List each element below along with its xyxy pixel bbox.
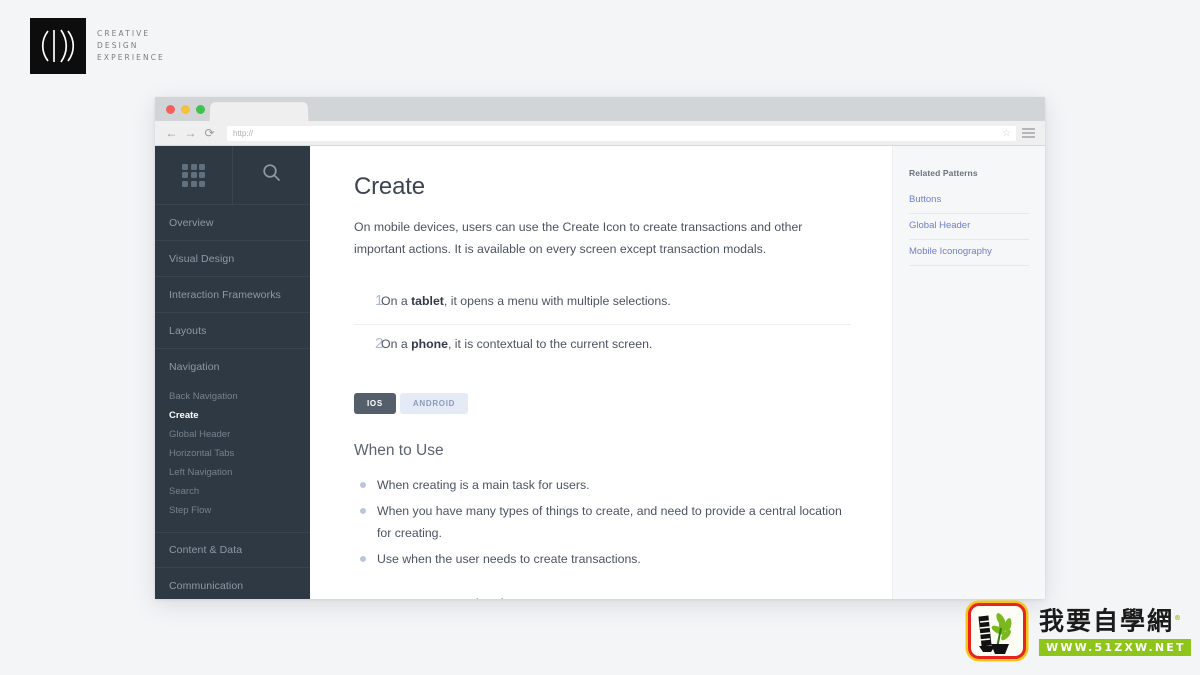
brand-line-2: DESIGN bbox=[97, 41, 139, 50]
numbered-list: 1 On a tablet, it opens a menu with mult… bbox=[354, 282, 851, 367]
platform-tabs: IOS ANDROID bbox=[354, 393, 852, 414]
sidebar-item-label: Layouts bbox=[169, 324, 207, 337]
browser-titlebar bbox=[155, 97, 1045, 122]
sidebar-subitem-label: Back Navigation bbox=[169, 390, 238, 402]
logo-mark-icon bbox=[30, 18, 86, 74]
sidebar-subitem-step-flow[interactable]: Step Flow bbox=[155, 501, 310, 520]
sidebar-item-label: Visual Design bbox=[169, 252, 235, 265]
sidebar-subitem-label: Horizontal Tabs bbox=[169, 447, 235, 459]
forward-icon[interactable]: → bbox=[181, 124, 200, 143]
list-text-post: , it opens a menu with multiple selectio… bbox=[443, 294, 671, 308]
bookmark-star-icon[interactable]: ☆ bbox=[1002, 128, 1011, 139]
maximize-window-button[interactable] bbox=[196, 105, 205, 114]
sidebar-item-label: Overview bbox=[169, 216, 214, 229]
sidebar-subitem-label: Step Flow bbox=[169, 504, 212, 516]
address-bar-value: http:// bbox=[233, 128, 254, 138]
when-to-use-title: When to Use bbox=[354, 442, 444, 459]
list-text-pre: On a bbox=[381, 337, 412, 351]
sidebar-subitem-left-navigation[interactable]: Left Navigation bbox=[155, 463, 310, 482]
list-number: 2 bbox=[375, 335, 384, 352]
intro-paragraph: On mobile devices, users can use the Cre… bbox=[354, 220, 803, 256]
list-item: When creating is a main task for users. bbox=[354, 474, 849, 496]
tab-ios[interactable]: IOS bbox=[354, 393, 396, 414]
sidebar-item-communication[interactable]: Communication bbox=[155, 568, 310, 599]
sidebar-item-visual-design[interactable]: Visual Design bbox=[155, 241, 310, 277]
numbered-list-item: 2 On a phone, it is contextual to the cu… bbox=[354, 325, 851, 367]
list-text-bold: phone bbox=[411, 337, 448, 351]
watermark-text: 我要自學網® WWW.51ZXW.NET bbox=[1039, 601, 1191, 657]
brand-line-3: EXPERIENCE bbox=[97, 53, 165, 62]
browser-window: ← → ⟳ http:// ☆ Overview Visual Design I… bbox=[155, 97, 1045, 599]
watermark-logo-icon bbox=[968, 603, 1026, 659]
watermark: 我要自學網® WWW.51ZXW.NET bbox=[968, 601, 1191, 663]
sidebar-toolbar bbox=[155, 146, 310, 205]
related-patterns-panel: Related Patterns Buttons Global Header M… bbox=[892, 146, 1045, 599]
browser-tab[interactable] bbox=[209, 102, 309, 122]
sidebar-item-label: Interaction Frameworks bbox=[169, 288, 281, 301]
sidebar-subitem-label: Create bbox=[169, 409, 199, 421]
list-item: Use when the user needs to create transa… bbox=[354, 548, 849, 570]
close-window-button[interactable] bbox=[166, 105, 175, 114]
sidebar-item-interaction-frameworks[interactable]: Interaction Frameworks bbox=[155, 277, 310, 313]
sidebar-item-navigation[interactable]: Navigation bbox=[155, 349, 310, 385]
sidebar-item-label: Communication bbox=[169, 579, 244, 592]
sidebar-subnav: Back Navigation Create Global Header Hor… bbox=[155, 385, 310, 532]
sidebar-grid-button[interactable] bbox=[155, 146, 233, 204]
sidebar-item-label: Navigation bbox=[169, 361, 220, 373]
related-link-mobile-iconography[interactable]: Mobile Iconography bbox=[909, 240, 1029, 266]
sidebar-search-button[interactable] bbox=[233, 146, 310, 204]
related-link-buttons[interactable]: Buttons bbox=[909, 188, 1029, 214]
when-to-use-list: When creating is a main task for users. … bbox=[354, 474, 849, 570]
list-text-post: , it is contextual to the current screen… bbox=[447, 337, 653, 351]
list-text-pre: On a bbox=[381, 294, 412, 308]
watermark-title: 我要自學網® bbox=[1039, 604, 1191, 635]
numbered-list-item: 1 On a tablet, it opens a menu with mult… bbox=[354, 282, 851, 325]
window-controls[interactable] bbox=[166, 105, 205, 114]
sidebar-subitem-global-header[interactable]: Global Header bbox=[155, 425, 310, 444]
browser-menu-icon[interactable] bbox=[1022, 128, 1035, 138]
list-text: On a phone, it is contextual to the curr… bbox=[378, 335, 652, 353]
browser-toolbar: ← → ⟳ http:// ☆ bbox=[155, 121, 1045, 146]
appearance-behavior-title: Appearance & Behavior bbox=[354, 597, 852, 599]
sidebar-item-overview[interactable]: Overview bbox=[155, 205, 310, 241]
watermark-url: WWW.51ZXW.NET bbox=[1039, 639, 1191, 657]
grid-icon bbox=[182, 163, 205, 187]
list-item: When you have many types of things to cr… bbox=[354, 500, 849, 544]
watermark-cn: 我要自學網 bbox=[1039, 606, 1175, 636]
related-patterns-title: Related Patterns bbox=[909, 168, 978, 178]
sidebar-item-label: Content & Data bbox=[169, 544, 243, 556]
watermark-registered-mark: ® bbox=[1174, 614, 1184, 622]
sidebar-subitem-back-navigation[interactable]: Back Navigation bbox=[155, 387, 310, 406]
sidebar-subitem-search[interactable]: Search bbox=[155, 482, 310, 501]
brand-logo: CREATIVE DESIGN EXPERIENCE bbox=[30, 18, 165, 74]
sidebar-subitem-horizontal-tabs[interactable]: Horizontal Tabs bbox=[155, 444, 310, 463]
sidebar-subitem-label: Search bbox=[169, 485, 200, 497]
sidebar-subitem-label: Left Navigation bbox=[169, 466, 233, 478]
reload-icon[interactable]: ⟳ bbox=[200, 124, 219, 143]
sidebar-subitem-label: Global Header bbox=[169, 428, 231, 440]
related-link-global-header[interactable]: Global Header bbox=[909, 214, 1029, 240]
back-icon[interactable]: ← bbox=[162, 124, 181, 143]
main-content: Create On mobile devices, users can use … bbox=[310, 146, 892, 599]
app-body: Overview Visual Design Interaction Frame… bbox=[155, 146, 1045, 599]
search-icon bbox=[262, 163, 281, 187]
address-bar[interactable]: http:// ☆ bbox=[227, 125, 1016, 141]
brand-wordmark: CREATIVE DESIGN EXPERIENCE bbox=[97, 29, 165, 63]
list-text-bold: tablet bbox=[411, 294, 444, 308]
minimize-window-button[interactable] bbox=[181, 105, 190, 114]
sidebar-item-content-data[interactable]: Content & Data bbox=[155, 532, 310, 568]
tab-android[interactable]: ANDROID bbox=[399, 393, 469, 414]
sidebar-item-layouts[interactable]: Layouts bbox=[155, 313, 310, 349]
list-text: On a tablet, it opens a menu with multip… bbox=[378, 292, 671, 310]
sidebar-subitem-create[interactable]: Create bbox=[155, 406, 310, 425]
page-title: Create bbox=[354, 173, 425, 200]
sidebar: Overview Visual Design Interaction Frame… bbox=[155, 146, 310, 599]
list-number: 1 bbox=[375, 292, 384, 309]
brand-line-1: CREATIVE bbox=[97, 29, 151, 38]
